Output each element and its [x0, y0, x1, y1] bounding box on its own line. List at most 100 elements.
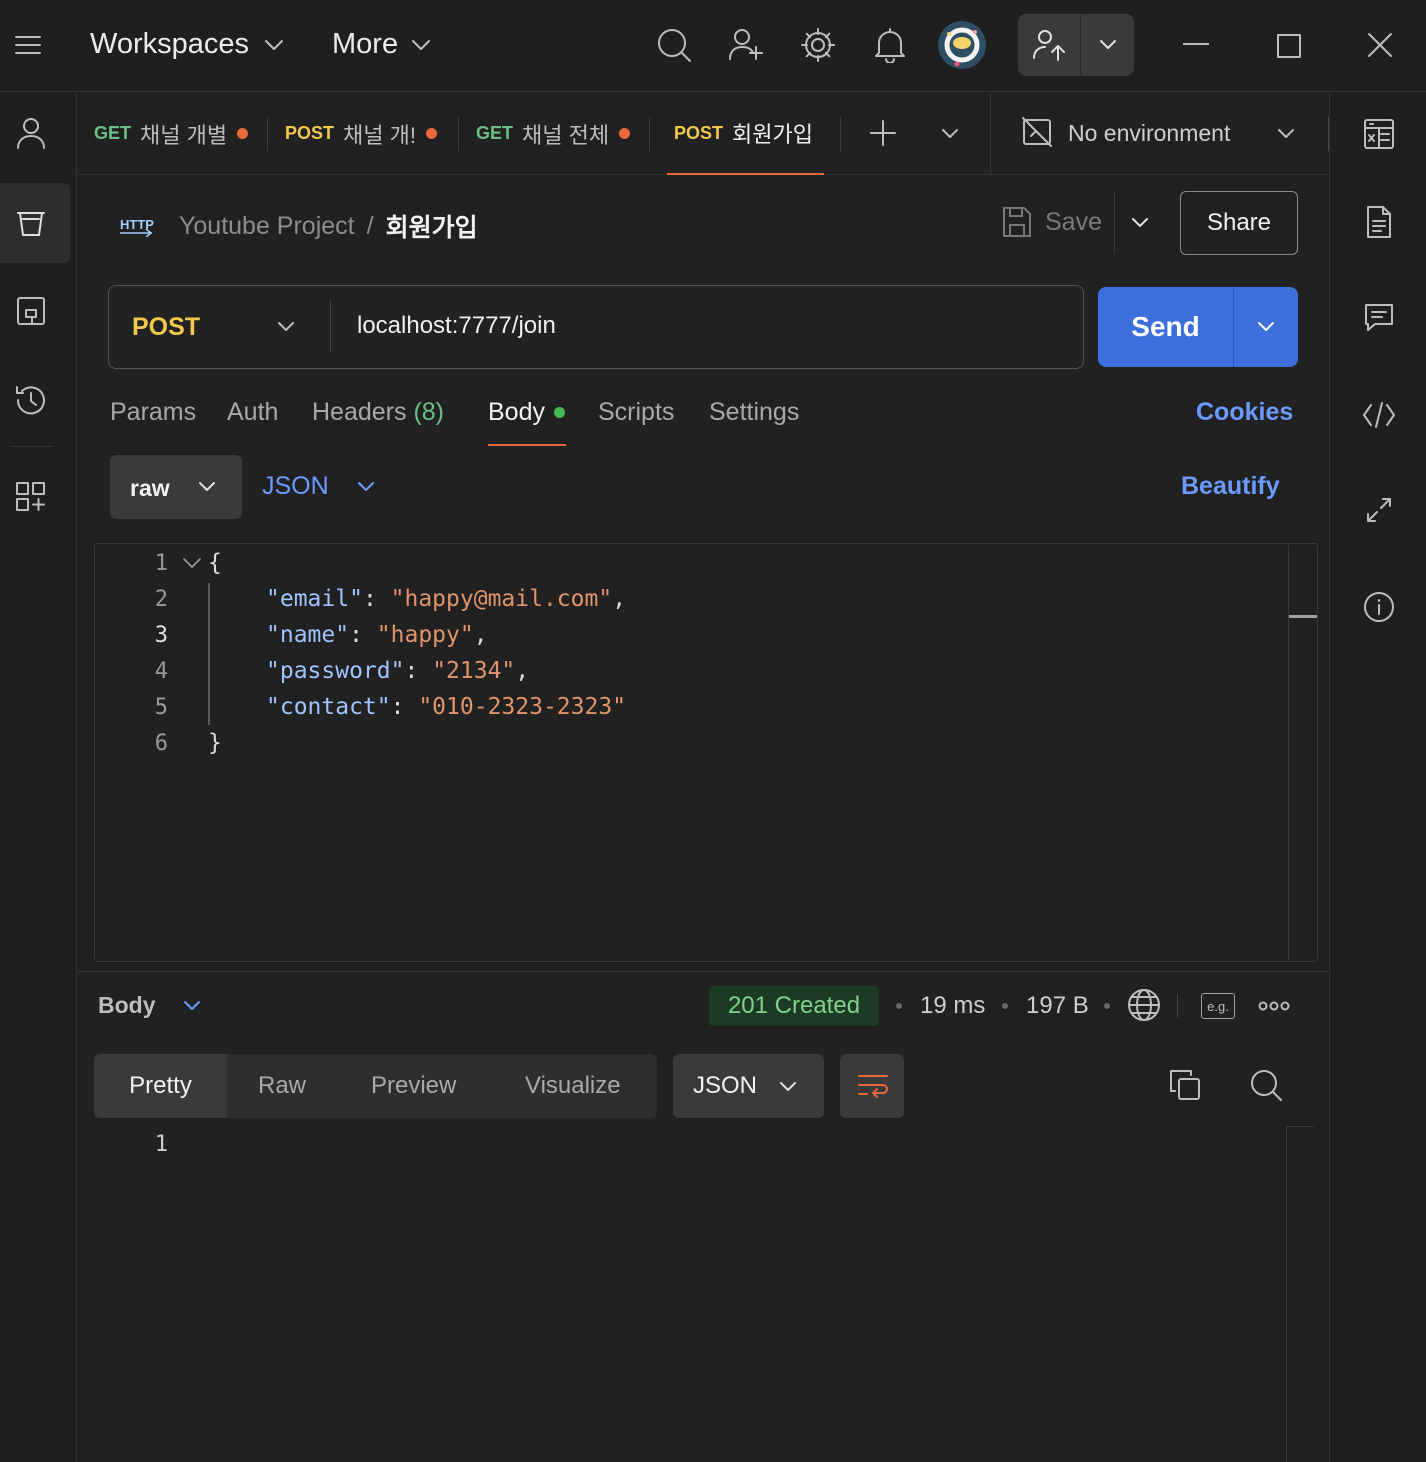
more-options-icon[interactable] [1258, 1000, 1290, 1012]
url-bar: POST localhost:7777/join [108, 285, 1084, 369]
info-icon[interactable] [1363, 591, 1395, 623]
tabs-dropdown-chevron-icon[interactable] [940, 127, 960, 141]
body-mode-select[interactable]: raw [110, 455, 242, 519]
tab-headers[interactable]: Headers (8) [312, 398, 444, 427]
user-sync-icon[interactable] [1032, 28, 1066, 62]
unsaved-dot [237, 128, 249, 139]
related-collections-icon[interactable] [1365, 496, 1393, 524]
close-window-icon[interactable] [1367, 32, 1393, 58]
new-tab-plus-icon[interactable] [869, 119, 897, 147]
unsaved-dot [425, 128, 437, 139]
tab-params[interactable]: Params [110, 398, 196, 427]
response-size[interactable]: 197 B [1026, 992, 1089, 1020]
tab-label: 채널 개별 [140, 122, 228, 148]
maximize-window-icon[interactable] [1277, 34, 1301, 58]
body-indicator-dot [553, 407, 565, 418]
invite-user-icon[interactable] [728, 27, 764, 63]
variables-icon[interactable] [1363, 118, 1395, 150]
code-line: "email": "happy@mail.com", [266, 586, 627, 612]
cookies-link[interactable]: Cookies [1196, 398, 1293, 427]
comments-icon[interactable] [1364, 303, 1394, 333]
environment-chevron-icon[interactable] [1276, 127, 1296, 141]
request-tab-active[interactable]: POST 회원가입 [667, 93, 824, 175]
line-number: 6 [154, 731, 168, 756]
body-format-select[interactable]: JSON [262, 472, 376, 501]
response-line-number: 1 [154, 1132, 168, 1157]
save-options-chevron-icon[interactable] [1130, 216, 1150, 230]
collections-nav[interactable] [0, 183, 70, 263]
network-globe-icon[interactable] [1127, 988, 1161, 1022]
page-title[interactable]: 회원가입 [386, 208, 478, 244]
tab-scripts[interactable]: Scripts [598, 398, 674, 427]
fold-chevron-icon[interactable] [182, 556, 202, 570]
response-view-tabs: Pretty Raw Preview Visualize [94, 1054, 657, 1118]
request-tab[interactable]: GET 채널 개별 [94, 93, 254, 174]
notifications-bell-icon[interactable] [873, 27, 907, 63]
word-wrap-toggle[interactable] [840, 1054, 904, 1118]
chevron-down-icon [778, 1080, 798, 1094]
more-menu[interactable]: More [332, 28, 432, 61]
view-tab-raw[interactable]: Raw [258, 1072, 306, 1100]
request-tab[interactable]: POST 채널 개! [285, 93, 445, 174]
minimize-window-icon[interactable] [1183, 43, 1209, 47]
chevron-down-icon[interactable] [1098, 38, 1118, 52]
tab-auth[interactable]: Auth [227, 398, 278, 427]
line-number: 4 [154, 659, 168, 684]
response-time[interactable]: 19 ms [920, 992, 985, 1020]
response-section-select[interactable]: Body [98, 992, 202, 1019]
hamburger-menu-icon[interactable] [15, 34, 41, 56]
more-label: More [332, 28, 399, 60]
search-icon[interactable] [656, 27, 692, 63]
send-options-chevron-icon[interactable] [1256, 320, 1276, 334]
http-request-icon: HTTP [118, 209, 154, 237]
line-number: 3 [154, 623, 168, 648]
save-as-example-button[interactable]: e.g. [1201, 993, 1235, 1019]
active-tab-underline [488, 444, 566, 446]
response-format-label: JSON [693, 1072, 758, 1099]
environments-icon[interactable] [16, 296, 46, 328]
tab-body[interactable]: Body [488, 398, 565, 427]
beautify-link[interactable]: Beautify [1181, 472, 1280, 501]
copy-icon[interactable] [1169, 1069, 1201, 1101]
tab-method: POST [285, 123, 335, 143]
send-button-group: Send [1098, 287, 1298, 367]
send-button[interactable]: Send [1098, 287, 1233, 367]
breadcrumb: Youtube Project / 회원가입 [179, 208, 478, 244]
documentation-icon[interactable] [1366, 205, 1392, 239]
save-disk-icon [1002, 206, 1032, 238]
workspaces-menu[interactable]: Workspaces [90, 28, 285, 61]
method-selector[interactable]: POST [109, 286, 331, 367]
view-tab-visualize[interactable]: Visualize [525, 1072, 621, 1100]
share-button[interactable]: Share [1180, 191, 1298, 255]
url-input[interactable]: localhost:7777/join [357, 312, 1057, 340]
chevron-down-icon [412, 39, 431, 50]
breadcrumb-separator: / [366, 211, 374, 240]
view-tab-pretty[interactable]: Pretty [94, 1054, 227, 1118]
response-divider[interactable] [78, 971, 1329, 972]
request-tab-strip: GET 채널 개별 POST 채널 개! GET 채널 전체 POST 회원가입… [78, 93, 1329, 175]
tab-label: 채널 전체 [522, 122, 610, 148]
headers-count: (8) [413, 398, 445, 426]
profile-icon[interactable] [16, 117, 46, 149]
tab-settings[interactable]: Settings [709, 398, 799, 427]
right-sidebar [1329, 93, 1426, 1462]
code-line: "name": "happy", [266, 622, 488, 648]
editor-scrollbar[interactable] [1289, 615, 1317, 618]
view-tab-preview[interactable]: Preview [371, 1072, 456, 1100]
settings-gear-icon[interactable] [800, 27, 836, 63]
response-format-select[interactable]: JSON [673, 1054, 824, 1118]
breadcrumb-collection[interactable]: Youtube Project [179, 212, 355, 241]
add-apps-icon[interactable] [16, 482, 46, 512]
save-button[interactable]: Save [1045, 208, 1102, 237]
method-chevron-icon [276, 320, 296, 334]
user-avatar[interactable] [937, 20, 987, 70]
workspaces-label: Workspaces [90, 28, 250, 60]
code-snippet-icon[interactable] [1362, 401, 1396, 429]
environment-selector[interactable]: No environment [1068, 120, 1298, 147]
response-scrollbar-track[interactable] [1286, 1126, 1287, 1462]
search-response-icon[interactable] [1249, 1068, 1283, 1102]
chevron-down-icon [357, 481, 374, 491]
status-badge[interactable]: 201 Created [709, 986, 879, 1026]
request-tab[interactable]: GET 채널 전체 [476, 93, 636, 174]
history-icon[interactable] [14, 384, 48, 416]
